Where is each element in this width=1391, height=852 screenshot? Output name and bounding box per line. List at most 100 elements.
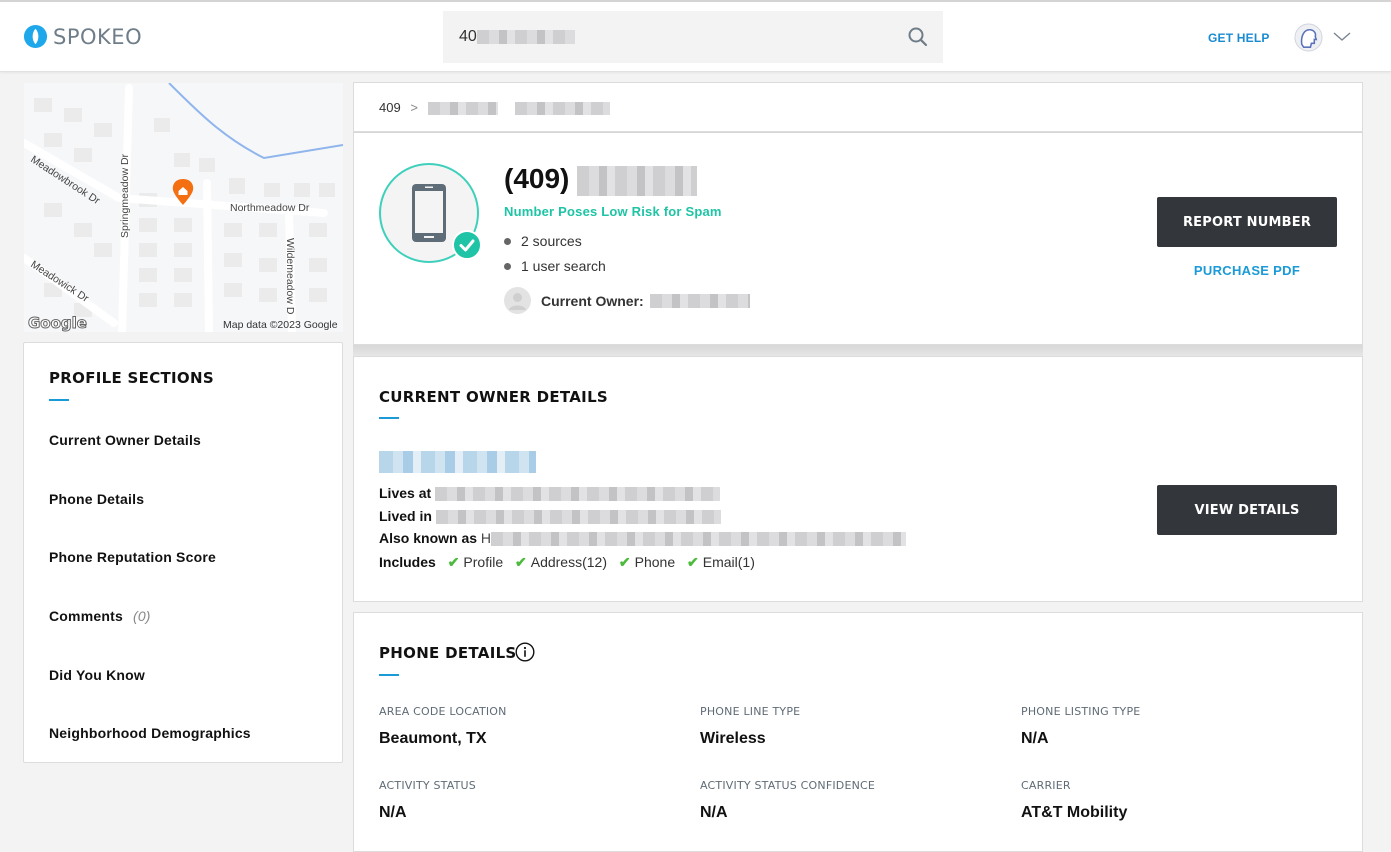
view-details-button[interactable]: VIEW DETAILS (1157, 485, 1337, 535)
redacted-address (435, 487, 721, 502)
phone-listing-type-value: N/A (1021, 730, 1049, 747)
includes-address: ✔ Address(12) (515, 554, 607, 570)
lives-at-row: Lives at (379, 485, 721, 502)
redacted-breadcrumb (515, 102, 611, 116)
includes-row: Includes ✔ Profile ✔ Address(12) ✔ Phone ✔ E… (379, 554, 755, 571)
bullet-icon (504, 237, 511, 245)
redacted-owner-name (649, 293, 750, 308)
verified-check-icon (452, 230, 482, 260)
get-help-link[interactable]: GET HELP (1208, 31, 1270, 45)
title-underline (379, 674, 399, 676)
sidebar-item-label: Comments (49, 608, 123, 624)
also-known-as-row: Also known as H (379, 530, 907, 547)
redacted-owner-name-link[interactable] (379, 451, 536, 473)
map-attribution: Map data ©2023 Google (223, 319, 338, 331)
redacted-past-locations (435, 510, 721, 525)
lived-in-label: Lived in (379, 508, 432, 524)
current-owner-details-section: CURRENT OWNER DETAILS Lives at Lived in … (353, 356, 1363, 602)
lives-at-label: Lives at (379, 485, 432, 501)
street-label: Springmeadow Dr (119, 153, 131, 238)
spokeo-logo-icon (23, 24, 48, 49)
sidebar-item-label: Phone Details (49, 491, 145, 507)
user-avatar-icon[interactable] (1294, 23, 1323, 52)
includes-profile: ✔ Profile (448, 554, 503, 570)
chevron-down-icon[interactable] (1333, 32, 1351, 42)
includes-text: Address(12) (530, 554, 607, 570)
area-code-location-value: Beaumont, TX (379, 730, 487, 747)
sidebar-item-comments[interactable]: Comments (0) (49, 608, 151, 624)
includes-email: ✔ Email(1) (687, 554, 755, 570)
field-label: CARRIER (1021, 779, 1071, 792)
report-number-button[interactable]: REPORT NUMBER (1157, 197, 1337, 247)
comments-count: (0) (132, 608, 151, 624)
lived-in-row: Lived in (379, 508, 721, 525)
includes-phone: ✔ Phone (619, 554, 675, 570)
phone-details-section: PHONE DETAILS AREA CODE LOCATION Beaumon… (353, 612, 1363, 852)
current-owner: Current Owner: (504, 287, 750, 314)
spam-risk-status: Number Poses Low Risk for Spam (504, 204, 722, 219)
map-canvas: Meadowbrook Dr Springmeadow Dr Northmead… (24, 83, 343, 332)
section-title: CURRENT OWNER DETAILS (379, 388, 609, 406)
check-icon: ✔ (447, 554, 460, 570)
includes-label: Includes (379, 554, 436, 570)
sidebar-item-label: Neighborhood Demographics (49, 725, 251, 741)
includes-text: Email(1) (702, 554, 755, 570)
phone-area-code: (409) (504, 163, 570, 194)
phone-number: (409) (504, 163, 698, 196)
search-icon[interactable] (907, 26, 929, 48)
purchase-pdf-link[interactable]: PURCHASE PDF (1157, 263, 1337, 278)
phone-summary-card: (409) Number Poses Low Risk for Spam 2 s… (353, 132, 1363, 345)
redacted-search-text (476, 30, 575, 44)
sidebar-item-phone-details[interactable]: Phone Details (49, 491, 144, 507)
field-label: ACTIVITY STATUS CONFIDENCE (700, 779, 876, 792)
owner-label: Current Owner: (541, 292, 644, 309)
smartphone-icon (412, 184, 446, 242)
search-value: 40 (459, 28, 477, 45)
phone-line-type-value: Wireless (700, 730, 766, 747)
sidebar-item-neighborhood-demographics[interactable]: Neighborhood Demographics (49, 725, 251, 741)
breadcrumb-item[interactable]: 409 (379, 100, 401, 115)
card-divider (353, 345, 1363, 356)
sidebar-item-did-you-know[interactable]: Did You Know (49, 667, 145, 683)
redacted-phone-digits (577, 165, 698, 196)
redacted-aliases (491, 532, 907, 547)
carrier-value: AT&T Mobility (1021, 804, 1128, 821)
sources-count: 2 sources (504, 233, 582, 249)
check-icon: ✔ (618, 554, 631, 570)
top-nav: SPOKEO 40 GET HELP (0, 2, 1391, 72)
sidebar-item-label: Phone Reputation Score (49, 549, 216, 565)
sources-text: 2 sources (521, 233, 582, 249)
field-label: AREA CODE LOCATION (379, 705, 507, 718)
info-icon[interactable] (515, 642, 535, 662)
includes-text: Profile (463, 554, 504, 570)
location-map[interactable]: Meadowbrook Dr Springmeadow Dr Northmead… (24, 83, 343, 332)
bullet-icon (504, 262, 511, 270)
field-label: PHONE LINE TYPE (700, 705, 801, 718)
street-label: Northmeadow Dr (230, 202, 310, 214)
user-search-count: 1 user search (504, 258, 606, 274)
title-underline (379, 417, 399, 419)
profile-sections-nav: PROFILE SECTIONS Current Owner Details P… (23, 342, 343, 763)
check-icon: ✔ (687, 554, 699, 570)
breadcrumb-separator-icon: > (410, 100, 418, 115)
field-label: ACTIVITY STATUS (379, 779, 476, 792)
logo-text: SPOKEO (53, 24, 143, 49)
check-icon: ✔ (515, 554, 527, 570)
breadcrumb: 409 > (353, 82, 1363, 132)
spokeo-logo[interactable]: SPOKEO (23, 24, 142, 49)
sidebar-item-phone-reputation-score[interactable]: Phone Reputation Score (49, 549, 216, 565)
includes-text: Phone (634, 554, 676, 570)
aka-label: Also known as (379, 530, 478, 546)
sidebar-item-current-owner-details[interactable]: Current Owner Details (49, 432, 201, 448)
sidebar-item-label: Did You Know (49, 667, 145, 683)
street-label: Wildemeadow D (284, 238, 296, 315)
sidebar-title: PROFILE SECTIONS (49, 369, 214, 387)
field-label: PHONE LISTING TYPE (1021, 705, 1141, 718)
google-logo: Google (28, 314, 87, 332)
search-input[interactable]: 40 (443, 11, 943, 63)
section-title: PHONE DETAILS (379, 644, 517, 662)
title-underline (49, 399, 69, 401)
sidebar-item-label: Current Owner Details (49, 432, 202, 448)
user-search-text: 1 user search (521, 258, 606, 274)
activity-status-value: N/A (379, 804, 407, 821)
